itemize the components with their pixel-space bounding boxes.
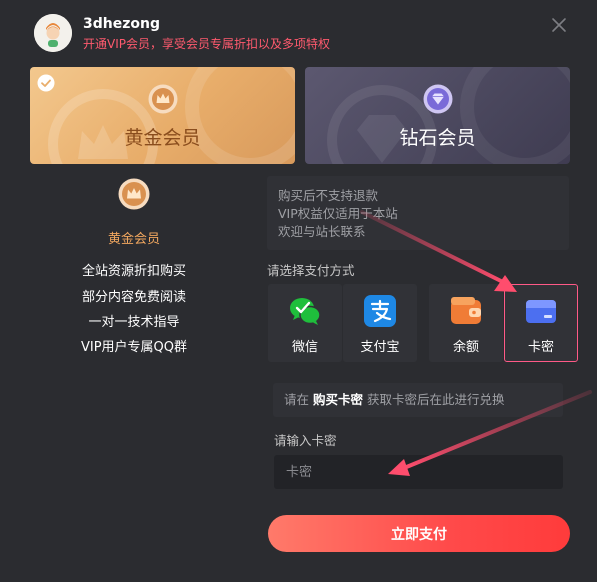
wallet-icon	[449, 294, 483, 328]
card-hint: 请在 购买卡密 获取卡密后在此进行兑换	[273, 383, 563, 417]
benefit-item: 全站资源折扣购买	[81, 264, 186, 279]
pay-method-alipay[interactable]: 支付宝	[343, 284, 417, 362]
diamond-medal-icon	[423, 84, 453, 114]
buy-card-link[interactable]: 购买卡密	[313, 392, 363, 407]
crown-medal-icon	[148, 84, 178, 114]
notice-box: 购买后不支持退款 VIP权益仅适用于本站 欢迎与站长联系	[267, 176, 569, 250]
card-code-input[interactable]	[274, 455, 563, 489]
close-icon[interactable]	[549, 15, 569, 35]
notice-line: VIP权益仅适用于本站	[278, 206, 398, 221]
alipay-icon	[363, 294, 397, 328]
tier-diamond-name: 钻石会员	[399, 127, 476, 149]
notice-line: 购买后不支持退款	[278, 188, 379, 203]
pay-method-label: 余额	[452, 340, 479, 355]
selected-check-icon	[37, 74, 55, 92]
username: 3dhezong	[83, 16, 160, 32]
crown-medal-icon	[118, 178, 150, 210]
pay-method-label: 支付宝	[360, 340, 400, 355]
wechat-icon	[288, 294, 322, 328]
card-input-label: 请输入卡密	[274, 433, 337, 448]
pay-now-button[interactable]: 立即支付	[268, 515, 570, 552]
benefit-title: 黄金会员	[107, 232, 160, 247]
pay-method-card[interactable]: 卡密	[504, 284, 578, 362]
user-avatar	[34, 14, 72, 52]
notice-line: 欢迎与站长联系	[278, 224, 366, 239]
benefit-item: 一对一技术指导	[88, 315, 180, 330]
payment-method-label: 请选择支付方式	[267, 263, 355, 278]
tier-diamond-card[interactable]: 钻石会员	[305, 67, 570, 164]
hint-suffix: 获取卡密后在此进行兑换	[367, 392, 505, 407]
hint-prefix: 请在	[284, 392, 310, 407]
benefit-item: VIP用户专属QQ群	[80, 340, 188, 355]
pay-method-label: 微信	[291, 340, 318, 355]
vip-subtitle: 开通VIP会员，享受会员专属折扣以及多项特权	[83, 37, 330, 51]
pay-method-balance[interactable]: 余额	[429, 284, 503, 362]
benefit-item: 部分内容免费阅读	[81, 290, 186, 305]
pay-method-label: 卡密	[527, 340, 554, 355]
vip-dialog: 3dhezong 开通VIP会员，享受会员专属折扣以及多项特权 黄金会员 钻石会…	[0, 0, 597, 582]
tier-gold-name: 黄金会员	[124, 127, 201, 149]
tier-gold-card[interactable]: 黄金会员	[30, 67, 295, 164]
pay-method-wechat[interactable]: 微信	[268, 284, 342, 362]
card-icon	[524, 294, 558, 328]
